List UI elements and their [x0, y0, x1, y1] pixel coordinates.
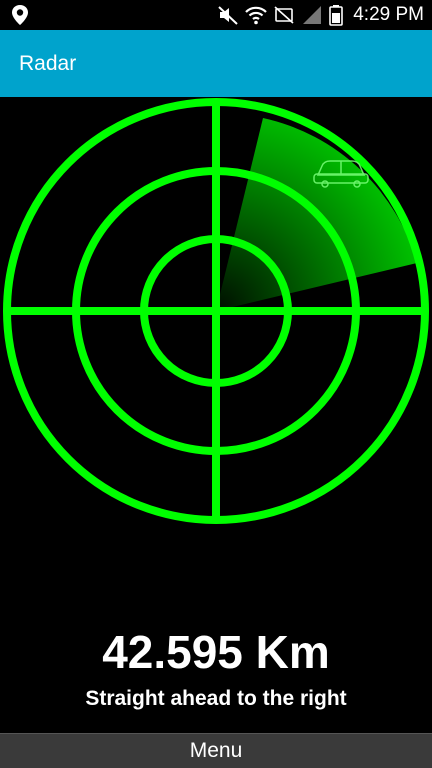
app-title: Radar	[19, 51, 77, 75]
no-sim-icon	[274, 6, 294, 24]
status-time: 4:29 PM	[353, 4, 424, 25]
menu-button[interactable]: Menu	[0, 733, 432, 768]
signal-icon	[303, 6, 322, 24]
app-bar: Radar	[0, 30, 432, 97]
radar-screen: 4:29 PM Radar 42.595 Km Straight ahead t…	[0, 0, 432, 768]
car-icon	[313, 160, 369, 188]
location-pin-icon	[12, 5, 28, 25]
direction-text: Straight ahead to the right	[85, 687, 347, 710]
battery-icon	[329, 5, 344, 26]
status-icons: 4:29 PM	[217, 0, 424, 30]
wifi-icon	[245, 6, 268, 25]
mute-icon	[218, 6, 238, 25]
distance-readout: 42.595 Km	[102, 626, 330, 678]
radar-display	[3, 98, 429, 524]
status-bar: 4:29 PM	[0, 0, 432, 30]
